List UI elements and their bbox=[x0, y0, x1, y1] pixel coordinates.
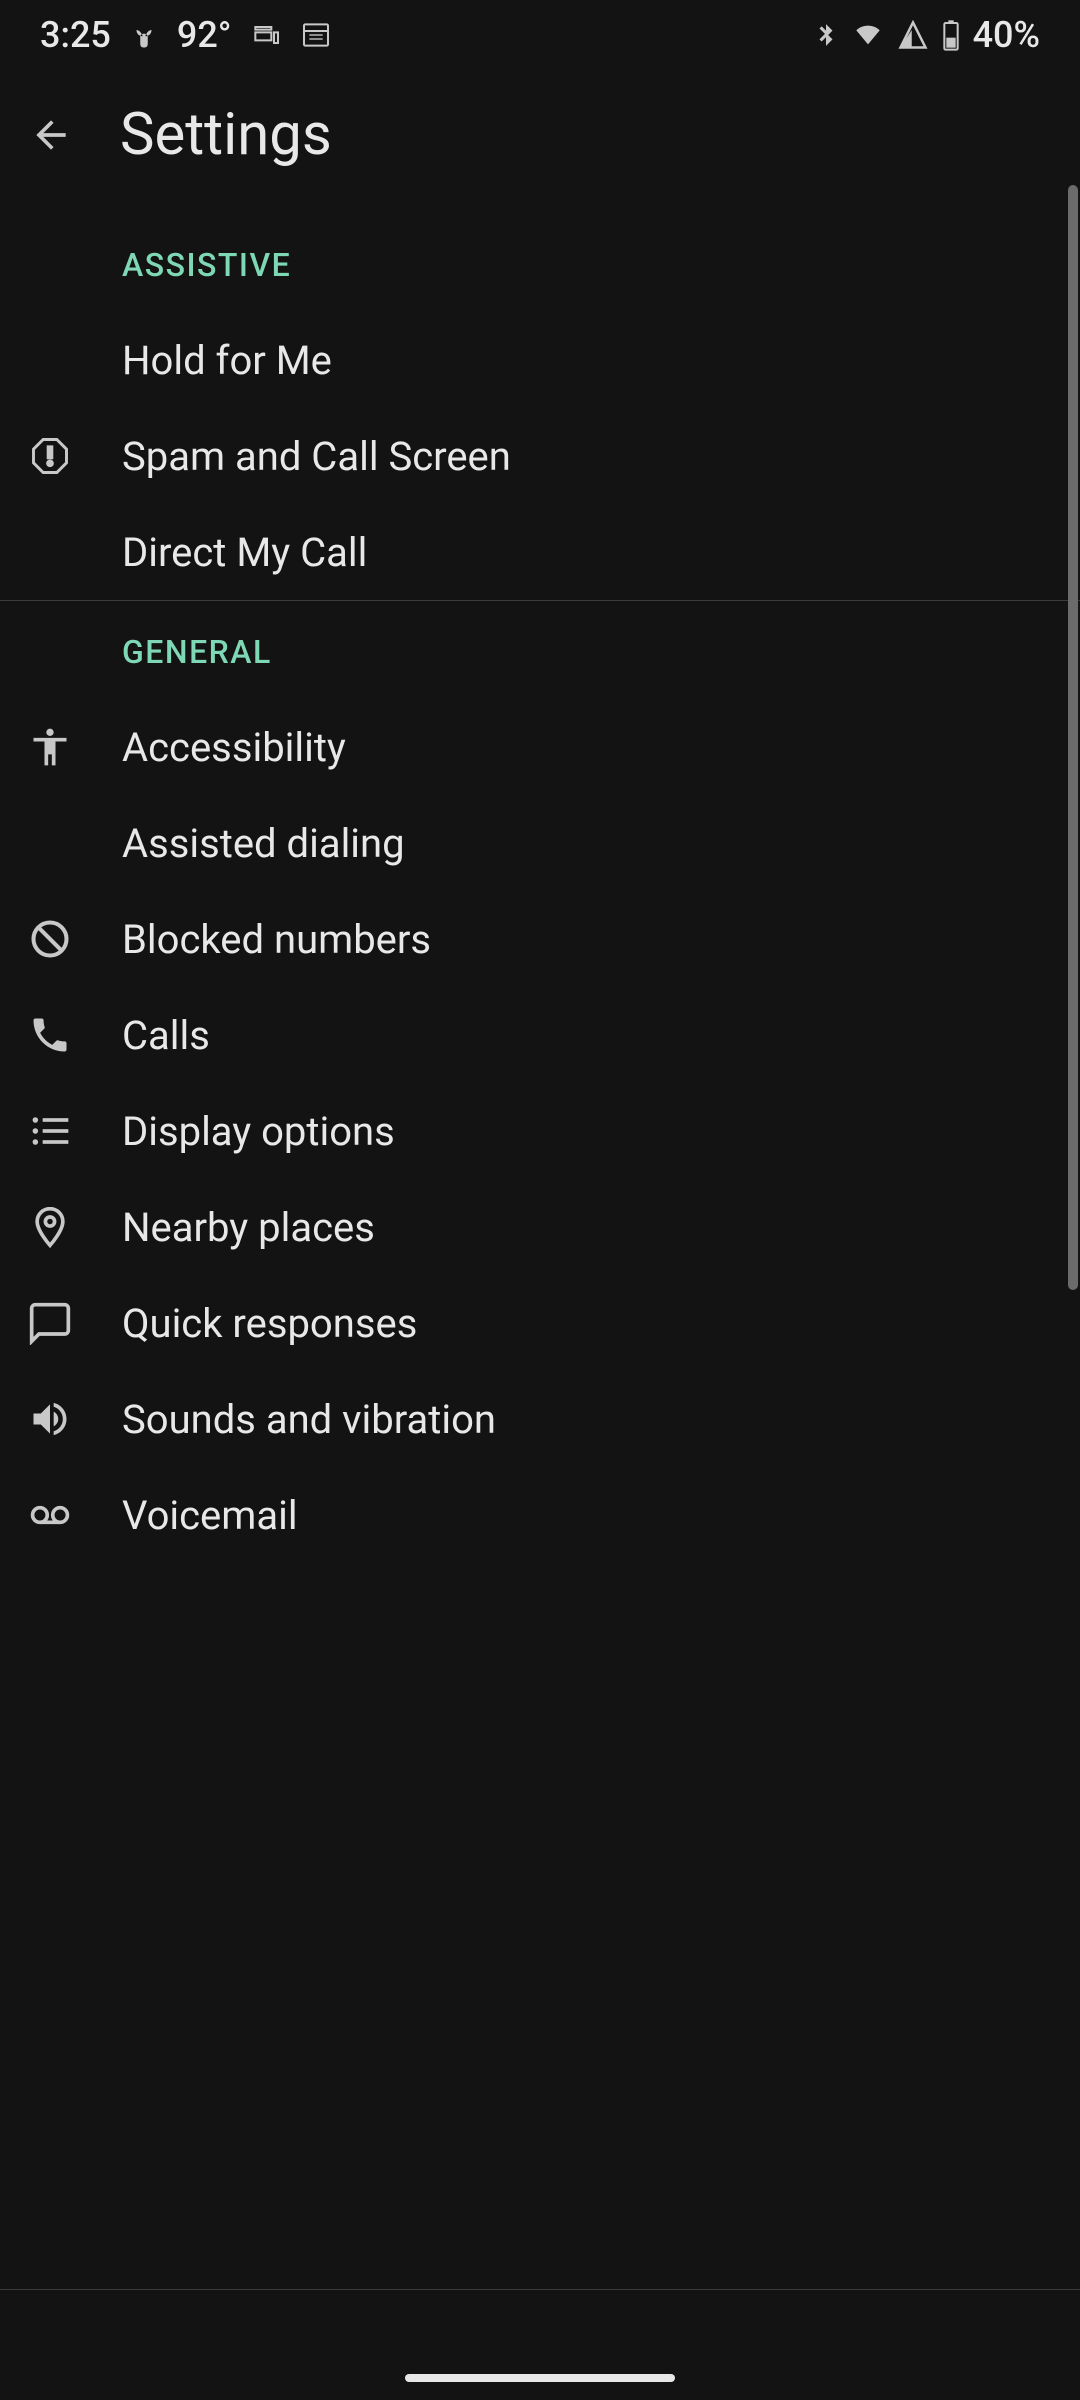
item-label: Display options bbox=[122, 1108, 395, 1155]
section-header-general: GENERAL bbox=[0, 601, 1080, 699]
chat-icon bbox=[28, 1301, 72, 1345]
block-icon bbox=[28, 917, 72, 961]
item-calls[interactable]: Calls bbox=[0, 987, 1080, 1083]
settings-content: ASSISTIVE Hold for Me Spam and Call Scre… bbox=[0, 200, 1080, 1563]
plant-icon bbox=[129, 20, 159, 50]
status-temperature: 92° bbox=[177, 14, 232, 56]
item-hold-for-me[interactable]: Hold for Me bbox=[0, 312, 1080, 408]
item-label: Spam and Call Screen bbox=[122, 433, 511, 480]
location-icon bbox=[28, 1205, 72, 1249]
item-label: Voicemail bbox=[122, 1492, 298, 1539]
voicemail-icon bbox=[28, 1493, 72, 1537]
item-label: Nearby places bbox=[122, 1204, 375, 1251]
volume-icon bbox=[28, 1397, 72, 1441]
calendar-icon bbox=[300, 19, 332, 51]
signal-icon bbox=[897, 20, 929, 50]
item-direct-my-call[interactable]: Direct My Call bbox=[0, 504, 1080, 600]
item-sounds-vibration[interactable]: Sounds and vibration bbox=[0, 1371, 1080, 1467]
app-bar: Settings bbox=[0, 70, 1080, 200]
battery-icon bbox=[941, 19, 961, 51]
page-title: Settings bbox=[120, 101, 332, 169]
item-label: Sounds and vibration bbox=[122, 1396, 496, 1443]
report-icon bbox=[28, 434, 72, 478]
item-blocked-numbers[interactable]: Blocked numbers bbox=[0, 891, 1080, 987]
item-label: Hold for Me bbox=[122, 337, 332, 384]
back-button[interactable] bbox=[27, 111, 75, 159]
item-label: Blocked numbers bbox=[122, 916, 431, 963]
divider bbox=[0, 2289, 1080, 2290]
accessibility-icon bbox=[28, 725, 72, 769]
status-time: 3:25 bbox=[40, 14, 111, 56]
item-quick-responses[interactable]: Quick responses bbox=[0, 1275, 1080, 1371]
item-label: Direct My Call bbox=[122, 529, 367, 576]
item-label: Quick responses bbox=[122, 1300, 417, 1347]
status-bar-left: 3:25 92° bbox=[40, 14, 332, 56]
item-label: Calls bbox=[122, 1012, 210, 1059]
status-bar: 3:25 92° 40% bbox=[0, 0, 1080, 70]
item-accessibility[interactable]: Accessibility bbox=[0, 699, 1080, 795]
item-nearby-places[interactable]: Nearby places bbox=[0, 1179, 1080, 1275]
scroll-indicator[interactable] bbox=[1068, 185, 1078, 1290]
wifi-icon bbox=[851, 21, 885, 49]
section-header-assistive: ASSISTIVE bbox=[0, 228, 1080, 312]
nav-gesture-bar[interactable] bbox=[405, 2374, 675, 2382]
devices-icon bbox=[250, 19, 282, 51]
phone-icon bbox=[28, 1013, 72, 1057]
arrow-back-icon bbox=[29, 113, 73, 157]
bluetooth-icon bbox=[813, 20, 839, 50]
list-icon bbox=[28, 1109, 72, 1153]
item-assisted-dialing[interactable]: Assisted dialing bbox=[0, 795, 1080, 891]
status-bar-right: 40% bbox=[813, 14, 1040, 56]
item-display-options[interactable]: Display options bbox=[0, 1083, 1080, 1179]
item-label: Accessibility bbox=[122, 724, 346, 771]
status-battery-percent: 40% bbox=[973, 14, 1040, 56]
item-voicemail[interactable]: Voicemail bbox=[0, 1467, 1080, 1563]
item-spam-call-screen[interactable]: Spam and Call Screen bbox=[0, 408, 1080, 504]
item-label: Assisted dialing bbox=[122, 820, 405, 867]
